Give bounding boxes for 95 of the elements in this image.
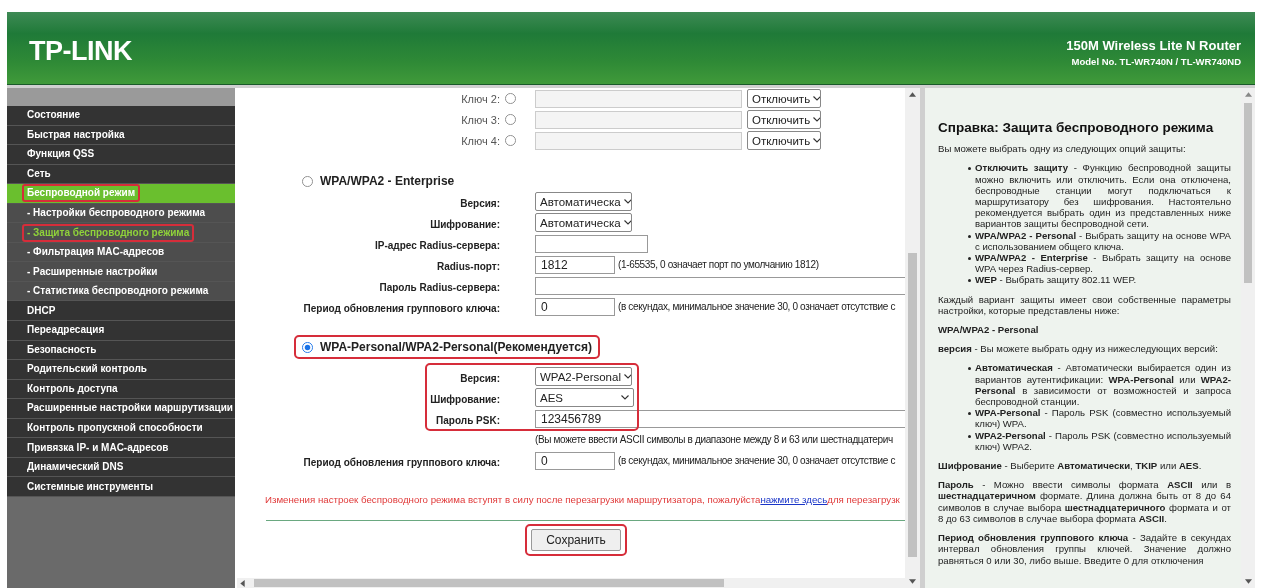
field-label: Шифрование: bbox=[430, 218, 500, 230]
save-button[interactable]: Сохранить bbox=[531, 529, 621, 551]
bullet-icon bbox=[968, 257, 971, 261]
sidebar-item[interactable]: Динамический DNS bbox=[7, 457, 235, 478]
bullet-icon bbox=[968, 412, 971, 416]
sidebar-item[interactable]: Системные инструменты bbox=[7, 477, 235, 497]
bullet-icon bbox=[968, 434, 971, 438]
help-list-item: WEP - Выбрать защиту 802.11 WEP. bbox=[975, 274, 1138, 286]
hint-text: (1-65535, 0 означает порт по умолчанию 1812) bbox=[618, 259, 819, 270]
hint-text: (Вы можете ввести ASCII символы в диапазоне между 8 и 63 или шестнадцатерич bbox=[535, 434, 893, 445]
key-label: Ключ 3: bbox=[461, 113, 500, 126]
sidebar-item[interactable]: - Статистика беспроводного режима bbox=[7, 281, 235, 302]
sidebar-item[interactable]: - Настройки беспроводного режима bbox=[7, 203, 235, 224]
help-list-item: WPA-Personal - Пароль PSK (совместно используемый ключ) WPA. bbox=[975, 407, 1231, 430]
key-label: Ключ 4: bbox=[461, 134, 500, 147]
help-list-item: WPA/WPA2 - Enterprise - Выбрать защиту на основе WPA через Radius-сервер. bbox=[975, 252, 1231, 275]
model-number: Model No. TL-WR740N / TL-WR740ND bbox=[1070, 55, 1241, 67]
sidebar-item[interactable]: Контроль пропускной способности bbox=[7, 418, 235, 439]
hint-text: (в секундах, минимальное значение 30, 0 означает отсутствие с bbox=[618, 455, 896, 466]
scrollbar-thumb[interactable] bbox=[908, 253, 917, 557]
help-paragraph: Пароль - Можно ввести символы формата ASCII или в шестнадцатеричном формате. Длина должна быть от 8 до 64 символов в случае выбора шестнадцатеричного формата и от 8 до 63 символов в случае выбора формата ASCII. bbox=[938, 479, 1231, 525]
bullet-icon bbox=[968, 234, 971, 238]
scroll-up-icon[interactable] bbox=[1244, 92, 1252, 97]
input-field[interactable] bbox=[535, 234, 648, 253]
scroll-down-icon[interactable] bbox=[909, 579, 916, 584]
logo: TP-LINK bbox=[29, 35, 132, 67]
help-title: Справка: Защита беспроводного режима bbox=[938, 122, 1215, 134]
sidebar-item[interactable]: - Фильтрация MAC-адресов bbox=[7, 242, 235, 263]
field-label: Пароль Radius-сервера: bbox=[379, 281, 500, 293]
help-list-item: WPA2-Personal - Пароль PSK (совместно используемый ключ) WPA2. bbox=[975, 429, 1231, 453]
scrollbar[interactable] bbox=[905, 88, 920, 588]
field-label: Radius-порт: bbox=[436, 260, 500, 272]
sidebar-item[interactable]: Переадресация bbox=[7, 321, 235, 341]
scroll-down-icon[interactable] bbox=[1244, 579, 1252, 584]
sidebar-item[interactable]: DHCP bbox=[7, 301, 235, 321]
sidebar-item[interactable]: Функция QSS bbox=[7, 145, 235, 165]
chevron-icon bbox=[621, 395, 629, 400]
field-label: Период обновления группового ключа: bbox=[303, 456, 500, 468]
input-field[interactable]: 1812 bbox=[535, 255, 615, 274]
chevron-icon bbox=[813, 138, 820, 143]
sidebar-item[interactable]: - Расширенные настройки bbox=[7, 262, 235, 282]
field-label: Версия: bbox=[460, 197, 500, 209]
sidebar-item[interactable]: Безопасность bbox=[7, 340, 235, 361]
select-field[interactable]: Автоматическа bbox=[535, 192, 632, 211]
select-field[interactable]: Автоматическа bbox=[535, 213, 632, 232]
section-title: WPA-Personal/WPA2-Personal(Рекомендуется) bbox=[320, 340, 592, 354]
sidebar-item[interactable]: Быстрая настройка bbox=[7, 125, 235, 146]
chevron-icon bbox=[813, 117, 820, 122]
chevron-icon bbox=[813, 96, 820, 101]
input-field[interactable]: 123456789 bbox=[535, 409, 905, 428]
bullet-icon bbox=[968, 167, 971, 171]
bullet-icon bbox=[968, 367, 971, 371]
sidebar-item[interactable]: Расширенные настройки маршрутизации bbox=[7, 399, 235, 419]
hint-text: (в секундах, минимальное значение 30, 0 означает отсутствие с bbox=[618, 301, 896, 312]
chevron-icon bbox=[623, 374, 631, 379]
bullet-icon bbox=[968, 279, 971, 283]
horizontal-scrollbar[interactable] bbox=[237, 578, 905, 588]
sidebar-item[interactable]: Сеть bbox=[7, 164, 235, 185]
help-list-item: Автоматическая - Автоматически выбирается один из вариантов аутентификации: WPA-Personal или WPA2-Personal в зависимости от возможностей и запроса беспроводной станции. bbox=[975, 362, 1231, 408]
input-field[interactable]: 0 bbox=[535, 297, 615, 316]
scrollbar-thumb[interactable] bbox=[1244, 103, 1252, 283]
sidebar-item[interactable]: Родительский контроль bbox=[7, 360, 235, 380]
notice-text: Изменения настроек беспроводного режима вступят в силу после перезагрузки маршрутизатора, пожалуйстанажмите здесьдля перезагрузк bbox=[265, 493, 901, 507]
field-label: Шифрование: bbox=[430, 393, 500, 405]
reboot-link[interactable]: нажмите здесь bbox=[760, 494, 828, 505]
select-field[interactable]: WPA2-Personal bbox=[535, 367, 632, 386]
sidebar-item[interactable]: Привязка IP- и MAC-адресов bbox=[7, 438, 235, 458]
help-list-item: Отключить защиту - Функцию беспроводной защиты можно включить или отключить. Если она отключена, беспроводные станции могут подключаться к маршрутизатору без шифрования. Настоятельно рекомендуется выбрать один из представленных ниже вариантов защиты беспроводной сети. bbox=[975, 162, 1231, 230]
chevron-icon bbox=[623, 199, 631, 204]
product-name: 150M Wireless Lite N Router bbox=[1066, 37, 1241, 53]
help-subtitle: WPA/WPA2 - Personal bbox=[938, 324, 1040, 336]
field-label: Пароль PSK: bbox=[436, 414, 500, 426]
sidebar-item[interactable]: Состояние bbox=[7, 106, 235, 126]
input-field[interactable]: 0 bbox=[535, 451, 615, 470]
input-field[interactable] bbox=[535, 276, 905, 295]
help-paragraph: Каждый вариант защиты имеет свои собственные параметры настройки, которые представлены ниже: bbox=[938, 293, 1231, 317]
field-label: Период обновления группового ключа: bbox=[303, 302, 500, 314]
sidebar-item[interactable]: Контроль доступа bbox=[7, 379, 235, 400]
help-paragraph: Вы можете выбрать одну из следующих опций защиты: bbox=[938, 143, 1187, 155]
help-paragraph: Период обновления группового ключа - Задайте в секундах интервал обновления группы ключей. Значение должно равняться 0 или 30, либо выше. Введите 0 для отключения bbox=[938, 532, 1231, 566]
help-paragraph: версия - Вы можете выбрать одну из нижеследующих версий: bbox=[938, 343, 1219, 355]
field-label: IP-адрес Radius-сервера: bbox=[374, 239, 500, 251]
radio-button[interactable] bbox=[302, 175, 313, 187]
key-label: Ключ 2: bbox=[461, 92, 500, 105]
field-label: Версия: bbox=[460, 372, 500, 384]
help-paragraph: Шифрование - Выберите Автоматически, TKIP или AES. bbox=[938, 460, 1203, 472]
scrollbar-thumb[interactable] bbox=[254, 579, 724, 587]
sidebar-item[interactable]: - Защита беспроводного режима bbox=[7, 223, 235, 243]
chevron-icon bbox=[623, 220, 631, 225]
select-field[interactable]: AES bbox=[535, 388, 634, 407]
help-list-item: WPA/WPA2 - Personal - Выбрать защиту на основе WPA с использованием общего ключа. bbox=[975, 229, 1231, 253]
radio-button[interactable] bbox=[302, 341, 313, 353]
section-title: WPA/WPA2 - Enterprise bbox=[320, 174, 455, 188]
scroll-left-icon[interactable] bbox=[240, 579, 245, 587]
scroll-up-icon[interactable] bbox=[909, 92, 916, 97]
